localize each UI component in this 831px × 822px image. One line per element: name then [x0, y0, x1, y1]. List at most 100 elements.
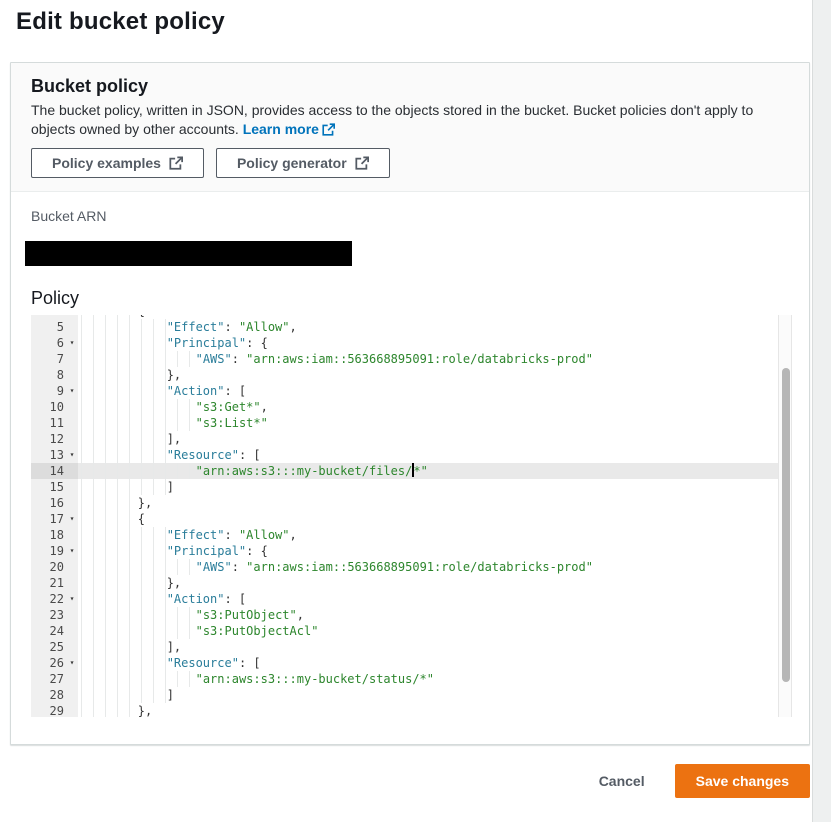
json-string: *" [413, 464, 427, 478]
code-line-text[interactable]: "AWS": "arn:aws:iam::563668895091:role/d… [78, 559, 792, 575]
code-line-16[interactable]: 16}, [31, 495, 792, 511]
code-line-text[interactable]: }, [78, 575, 792, 591]
fold-caret-icon[interactable]: ▾ [66, 655, 78, 671]
fold-caret-icon[interactable]: ▾ [66, 335, 78, 351]
fold-caret-icon[interactable]: ▾ [66, 383, 78, 399]
code-line-7[interactable]: 7"AWS": "arn:aws:iam::563668895091:role/… [31, 351, 792, 367]
fold-caret-icon[interactable]: ▾ [66, 543, 78, 559]
json-key: "Action" [167, 384, 225, 398]
code-line-text[interactable]: { [78, 511, 792, 527]
code-line-text[interactable]: "Effect": "Allow", [78, 527, 792, 543]
line-gutter: 16 [31, 495, 78, 511]
line-gutter: 27 [31, 671, 78, 687]
code-line-text[interactable]: "AWS": "arn:aws:iam::563668895091:role/d… [78, 351, 792, 367]
line-gutter: 18 [31, 527, 78, 543]
policy-generator-label: Policy generator [237, 155, 347, 171]
fold-caret-placeholder [66, 367, 78, 383]
editor-vertical-scrollbar[interactable] [778, 315, 792, 717]
line-gutter: 26▾ [31, 655, 78, 671]
code-line-19[interactable]: 19▾"Principal": { [31, 543, 792, 559]
code-line-text[interactable]: "Action": [ [78, 591, 792, 607]
code-line-20[interactable]: 20"AWS": "arn:aws:iam::563668895091:role… [31, 559, 792, 575]
code-line-12[interactable]: 12], [31, 431, 792, 447]
code-line-21[interactable]: 21}, [31, 575, 792, 591]
code-line-8[interactable]: 8}, [31, 367, 792, 383]
json-punctuation: : [224, 320, 238, 334]
json-punctuation: , [297, 608, 304, 622]
policy-generator-button[interactable]: Policy generator [216, 148, 390, 178]
line-number: 22 [31, 591, 66, 607]
line-gutter: 21 [31, 575, 78, 591]
code-line-25[interactable]: 25], [31, 639, 792, 655]
line-gutter: 6▾ [31, 335, 78, 351]
json-punctuation: : { [246, 544, 268, 558]
code-line-26[interactable]: 26▾"Resource": [ [31, 655, 792, 671]
code-line-14[interactable]: 14"arn:aws:s3:::my-bucket/files/*" [31, 463, 792, 479]
code-line-17[interactable]: 17▾{ [31, 511, 792, 527]
json-punctuation: : [224, 528, 238, 542]
code-line-11[interactable]: 11 "s3:List*" [31, 415, 792, 431]
code-line-text[interactable]: ] [78, 687, 792, 703]
code-line-text[interactable]: "Effect": "Allow", [78, 319, 792, 335]
line-number: 27 [31, 671, 66, 687]
code-line-text[interactable]: "s3:PutObject", [78, 607, 792, 623]
code-line-text[interactable]: "arn:aws:s3:::my-bucket/status/*" [78, 671, 792, 687]
code-line-13[interactable]: 13▾"Resource": [ [31, 447, 792, 463]
code-line-text[interactable]: "s3:Get*", [78, 399, 792, 415]
indent-guides [80, 431, 167, 447]
line-gutter: 10 [31, 399, 78, 415]
indent-guides [80, 511, 138, 527]
panel-description: The bucket policy, written in JSON, prov… [31, 101, 783, 139]
code-line-text[interactable]: "Resource": [ [78, 447, 792, 463]
editor-scrollbar-thumb[interactable] [782, 368, 790, 682]
fold-caret-icon[interactable]: ▾ [66, 591, 78, 607]
json-punctuation: }, [167, 576, 181, 590]
code-line-27[interactable]: 27 "arn:aws:s3:::my-bucket/status/*" [31, 671, 792, 687]
fold-caret-placeholder [66, 639, 78, 655]
code-line-6[interactable]: 6▾"Principal": { [31, 335, 792, 351]
json-punctuation: : [ [239, 656, 261, 670]
policy-code-editor[interactable]: {5"Effect": "Allow",6▾"Principal": {7"AW… [31, 315, 792, 717]
code-line-text[interactable]: "arn:aws:s3:::my-bucket/files/*" [78, 463, 792, 479]
code-line-text[interactable]: ], [78, 431, 792, 447]
indent-guides [80, 703, 138, 717]
code-line-text[interactable]: "s3:PutObjectAcl" [78, 623, 792, 639]
bucket-policy-panel: Bucket policy The bucket policy, written… [10, 62, 810, 745]
code-line-24[interactable]: 24"s3:PutObjectAcl" [31, 623, 792, 639]
code-line-text[interactable]: "Principal": { [78, 543, 792, 559]
code-line-text[interactable]: ], [78, 639, 792, 655]
policy-examples-button[interactable]: Policy examples [31, 148, 204, 178]
line-gutter: 13▾ [31, 447, 78, 463]
cancel-button[interactable]: Cancel [599, 773, 645, 789]
line-number: 11 [31, 415, 66, 431]
code-line-28[interactable]: 28] [31, 687, 792, 703]
code-line-text[interactable]: "Action": [ [78, 383, 792, 399]
save-changes-button[interactable]: Save changes [675, 764, 810, 798]
line-gutter: 17▾ [31, 511, 78, 527]
code-line-23[interactable]: 23"s3:PutObject", [31, 607, 792, 623]
line-gutter: 14 [31, 463, 78, 479]
code-line-text[interactable]: "Principal": { [78, 335, 792, 351]
fold-caret-icon[interactable]: ▾ [66, 447, 78, 463]
code-line-9[interactable]: 9▾"Action": [ [31, 383, 792, 399]
line-gutter: 20 [31, 559, 78, 575]
code-line-15[interactable]: 15] [31, 479, 792, 495]
policy-examples-label: Policy examples [52, 155, 161, 171]
code-line-18[interactable]: 18"Effect": "Allow", [31, 527, 792, 543]
code-line-10[interactable]: 10"s3:Get*", [31, 399, 792, 415]
json-string: "Allow" [239, 320, 290, 334]
code-line-text[interactable]: }, [78, 703, 792, 717]
fold-caret-icon[interactable]: ▾ [66, 511, 78, 527]
code-line-text[interactable]: ] [78, 479, 792, 495]
code-line-text[interactable]: }, [78, 495, 792, 511]
learn-more-link[interactable]: Learn more [243, 121, 335, 137]
code-line-22[interactable]: 22▾"Action": [ [31, 591, 792, 607]
indent-guides [80, 479, 167, 495]
line-number: 13 [31, 447, 66, 463]
code-line-text[interactable]: "s3:List*" [78, 415, 792, 431]
code-line-text[interactable]: "Resource": [ [78, 655, 792, 671]
code-line-text[interactable]: }, [78, 367, 792, 383]
code-line-5[interactable]: 5"Effect": "Allow", [31, 319, 792, 335]
line-number: 12 [31, 431, 66, 447]
code-line-29[interactable]: 29}, [31, 703, 792, 717]
